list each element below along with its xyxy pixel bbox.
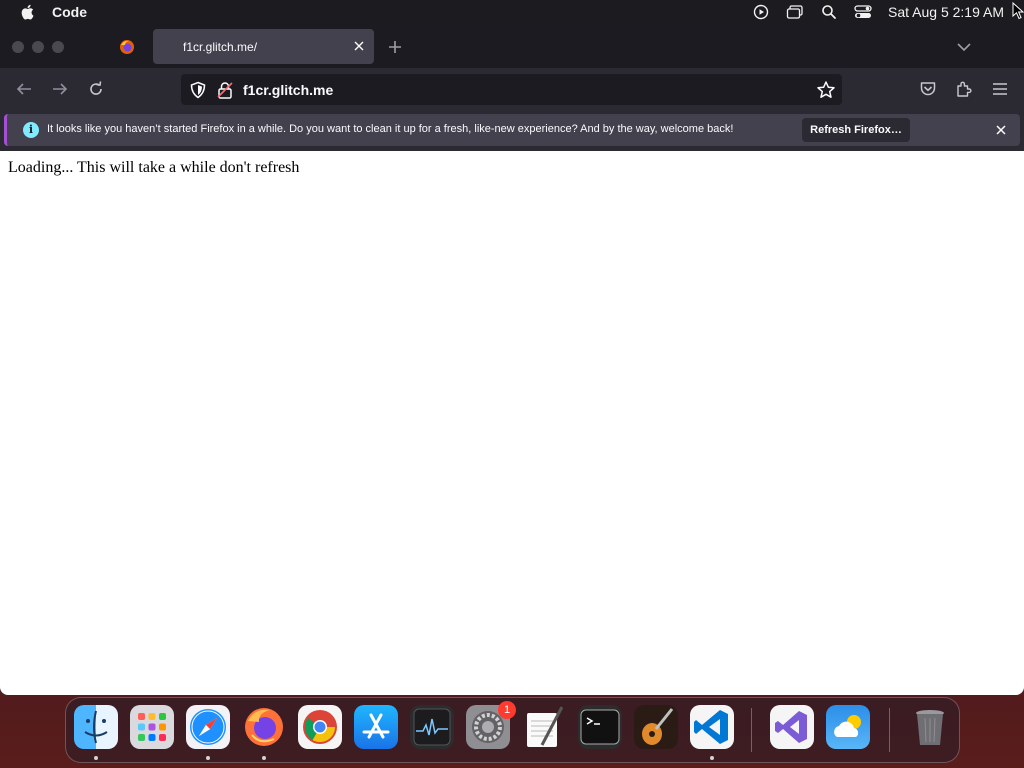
trash-icon[interactable]: [908, 705, 952, 749]
app-store-icon[interactable]: [354, 705, 398, 749]
menu-bar-clock[interactable]: Sat Aug 5 2:19 AM: [888, 4, 1004, 20]
firefox-running-indicator: [262, 756, 266, 760]
reload-icon[interactable]: [86, 79, 106, 99]
navigation-toolbar: f1cr.glitch.me: [0, 68, 1024, 110]
close-icon[interactable]: [352, 39, 366, 53]
play-circle-icon[interactable]: [752, 3, 770, 21]
tab-title: f1cr.glitch.me/: [183, 39, 258, 54]
firefox-window: f1cr.glitch.me/ f1cr.glitch.me i It look…: [0, 24, 1024, 695]
loading-message: Loading... This will take a while don't …: [8, 159, 300, 176]
zoom-window-button[interactable]: [52, 41, 64, 53]
chevron-down-icon[interactable]: [956, 40, 972, 54]
info-icon: i: [23, 122, 39, 138]
extensions-puzzle-icon[interactable]: [954, 79, 974, 99]
firefox-icon: [120, 40, 134, 54]
firefox-view-tab[interactable]: [110, 32, 144, 62]
search-icon[interactable]: [820, 3, 838, 21]
weather-icon[interactable]: [826, 705, 870, 749]
mouse-cursor-icon: [1012, 2, 1024, 20]
bookmark-star-icon[interactable]: [816, 80, 836, 100]
active-app-name[interactable]: Code: [52, 4, 87, 20]
new-tab-plus-icon[interactable]: [386, 38, 404, 56]
visual-studio-code-icon[interactable]: [690, 705, 734, 749]
apple-logo-icon[interactable]: [20, 4, 34, 20]
tab-bar: f1cr.glitch.me/: [0, 24, 1024, 68]
notification-message: It looks like you haven’t started Firefo…: [47, 123, 734, 135]
garageband-icon[interactable]: [634, 705, 678, 749]
address-bar[interactable]: f1cr.glitch.me: [181, 74, 842, 105]
tab-active[interactable]: f1cr.glitch.me/: [153, 29, 374, 64]
activity-monitor-icon[interactable]: [410, 705, 454, 749]
back-arrow-icon[interactable]: [14, 79, 34, 99]
dock-separator: [751, 708, 752, 752]
minimize-window-button[interactable]: [32, 41, 44, 53]
control-center-icon[interactable]: [854, 3, 872, 21]
vscode-running-indicator: [710, 756, 714, 760]
refresh-firefox-notification: i It looks like you haven’t started Fire…: [4, 114, 1020, 146]
page-content: Loading... This will take a while don't …: [0, 151, 1024, 695]
window-controls: [12, 41, 64, 53]
terminal-icon[interactable]: [578, 705, 622, 749]
url-text[interactable]: f1cr.glitch.me: [243, 82, 333, 98]
firefox-icon[interactable]: [242, 705, 286, 749]
refresh-firefox-button[interactable]: Refresh Firefox…: [802, 118, 910, 142]
tracking-protection-shield-icon[interactable]: [189, 81, 207, 99]
google-chrome-icon[interactable]: [298, 705, 342, 749]
forward-arrow-icon[interactable]: [50, 79, 70, 99]
launchpad-icon[interactable]: [130, 705, 174, 749]
dock: 1: [65, 697, 960, 763]
safari-icon[interactable]: [186, 705, 230, 749]
lock-insecure-icon[interactable]: [217, 81, 233, 99]
close-icon[interactable]: [994, 123, 1008, 137]
menu-bar: Code Sat Aug 5 2:19 AM: [0, 0, 1024, 24]
visual-studio-icon[interactable]: [770, 705, 814, 749]
pocket-icon[interactable]: [918, 79, 938, 99]
textedit-icon[interactable]: [522, 705, 566, 749]
close-window-button[interactable]: [12, 41, 24, 53]
hamburger-menu-icon[interactable]: [990, 79, 1010, 99]
finder-running-indicator: [94, 756, 98, 760]
system-settings-badge: 1: [498, 701, 516, 719]
safari-running-indicator: [206, 756, 210, 760]
finder-icon[interactable]: [74, 705, 118, 749]
dock-separator: [889, 708, 890, 752]
screen-mirroring-icon[interactable]: [786, 3, 804, 21]
